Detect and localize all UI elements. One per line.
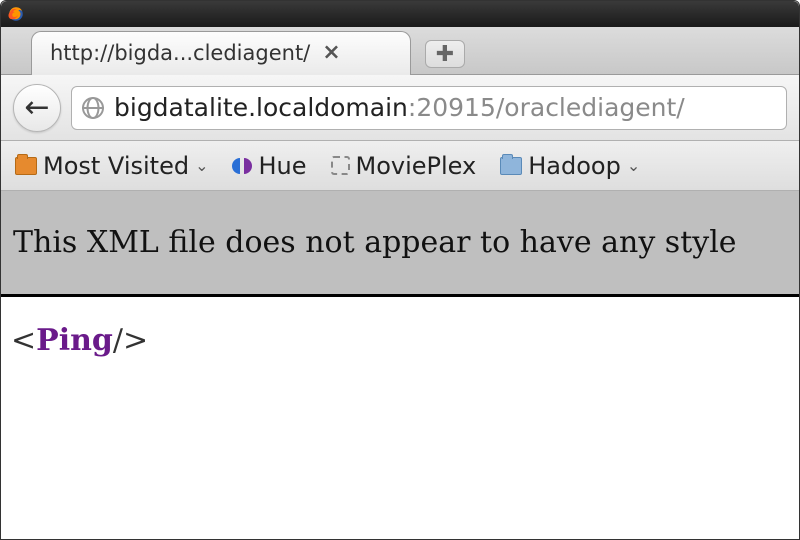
bookmark-label: MoviePlex <box>356 152 477 180</box>
chevron-down-icon: ⌄ <box>627 156 640 175</box>
bookmark-hue[interactable]: Hue <box>232 152 306 180</box>
url-host: bigdatalite.localdomain <box>114 93 408 122</box>
arrow-left-icon: ← <box>24 90 49 125</box>
chevron-down-icon: ⌄ <box>195 156 208 175</box>
navigation-toolbar: ← bigdatalite.localdomain:20915/oracledi… <box>1 75 799 141</box>
new-tab-button[interactable]: ✚ <box>425 40 465 68</box>
bookmark-hadoop[interactable]: Hadoop ⌄ <box>500 152 640 180</box>
firefox-logo-icon <box>7 5 25 23</box>
hue-icon <box>232 156 252 176</box>
bookmark-label: Most Visited <box>43 152 189 180</box>
xml-content: <Ping/> <box>1 297 799 384</box>
bookmark-most-visited[interactable]: Most Visited ⌄ <box>15 152 208 180</box>
tab-title: http://bigda...clediagent/ <box>50 41 310 65</box>
folder-icon <box>500 157 522 175</box>
banner-text: This XML file does not appear to have an… <box>13 225 737 260</box>
url-text: bigdatalite.localdomain:20915/oraclediag… <box>114 93 685 122</box>
back-button[interactable]: ← <box>13 84 61 132</box>
folder-icon <box>15 157 37 175</box>
window-titlebar <box>1 1 799 27</box>
plus-icon: ✚ <box>436 42 454 67</box>
browser-tab-active[interactable]: http://bigda...clediagent/ × <box>31 31 411 75</box>
url-bar[interactable]: bigdatalite.localdomain:20915/oraclediag… <box>71 86 787 130</box>
bookmark-label: Hue <box>258 152 306 180</box>
url-port-path: :20915/oraclediagent/ <box>408 93 685 122</box>
xml-tag-name: Ping <box>36 323 113 358</box>
xml-no-style-banner: This XML file does not appear to have an… <box>1 191 799 294</box>
bookmarks-toolbar: Most Visited ⌄ Hue MoviePlex Hadoop ⌄ <box>1 141 799 191</box>
placeholder-icon <box>331 156 350 175</box>
bookmark-movieplex[interactable]: MoviePlex <box>331 152 477 180</box>
globe-icon <box>82 97 104 119</box>
bookmark-label: Hadoop <box>528 152 621 180</box>
close-icon[interactable]: × <box>322 40 340 65</box>
tab-bar: http://bigda...clediagent/ × ✚ <box>1 27 799 75</box>
xml-tag: <Ping/> <box>11 323 148 358</box>
